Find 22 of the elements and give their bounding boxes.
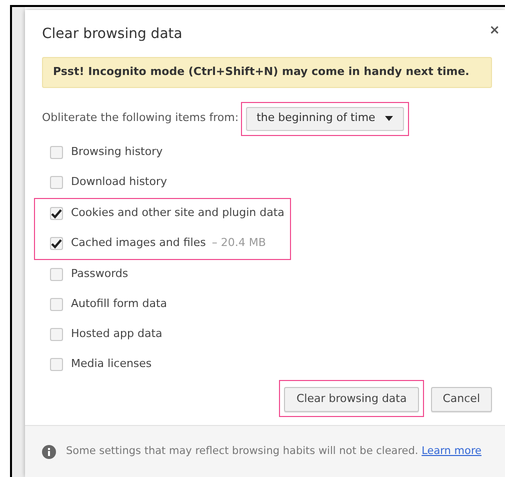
checkbox-label: Media licenses [71, 356, 152, 372]
checkbox-label: Cached images and files [71, 235, 206, 252]
learn-more-link[interactable]: Learn more [422, 444, 482, 457]
info-icon [42, 444, 56, 458]
cancel-button[interactable]: Cancel [430, 387, 492, 412]
time-range-dropdown[interactable]: the beginning of time [246, 106, 404, 130]
footer-note: Some settings that may reflect browsing habits will not be cleared. [66, 444, 418, 457]
caret-icon [385, 116, 394, 121]
range-label: Obliterate the following items from: [42, 110, 239, 126]
checkbox-label: Download history [71, 174, 168, 190]
dialog-title: Clear browsing data [42, 25, 182, 44]
checkbox-label: Browsing history [71, 144, 163, 160]
checkbox-label: Cookies and other site and plugin data [71, 205, 284, 222]
checkbox[interactable] [50, 237, 63, 250]
clear-data-button[interactable]: Clear browsing data [284, 387, 419, 412]
incognito-banner: Psst! Incognito mode (Ctrl+Shift+N) may come in handy next time. [42, 57, 492, 88]
close-button[interactable]: × [489, 22, 500, 38]
checkbox-label: Hosted app data [71, 326, 162, 342]
checkbox-label: Autofill form data [71, 296, 167, 312]
cache-size: – 20.4 MB [212, 235, 266, 252]
checkbox-label: Passwords [71, 266, 128, 282]
checkbox[interactable] [50, 207, 63, 220]
